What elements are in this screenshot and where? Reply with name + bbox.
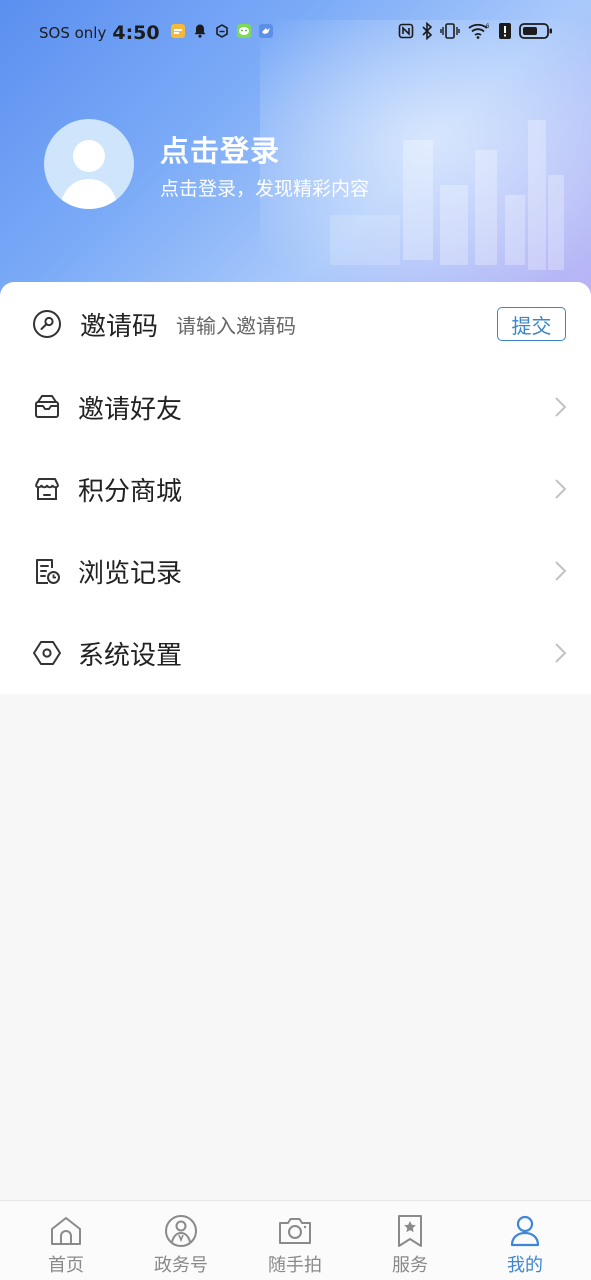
mail-icon <box>35 395 59 418</box>
tab-label: 政务号 <box>154 1255 208 1276</box>
header-decoration <box>505 195 525 265</box>
menu-item-label: 积分商城 <box>78 476 183 507</box>
tab-government-account[interactable]: 政务号 <box>131 1201 231 1280</box>
bird-app-icon <box>258 23 274 43</box>
header-decoration <box>528 120 546 270</box>
header-decoration <box>440 185 468 265</box>
history-icon <box>36 559 60 584</box>
wifi-icon: 6 <box>467 22 491 44</box>
status-bar: SOS only 4:50 6 <box>0 0 591 66</box>
invite-code-row: 邀请码 请输入邀请码 提交 <box>0 283 591 365</box>
tab-services[interactable]: 服务 <box>360 1201 460 1280</box>
invite-code-label: 邀请码 <box>80 311 159 342</box>
tab-snapshot[interactable]: 随手拍 <box>245 1201 345 1280</box>
tab-home[interactable]: 首页 <box>16 1201 116 1280</box>
settings-hexagon-icon <box>33 641 61 665</box>
svg-text:6: 6 <box>486 24 490 30</box>
bluetooth-icon <box>421 21 433 44</box>
menu-item-invite-friends[interactable]: 邀请好友 <box>0 366 591 448</box>
battery-icon <box>519 22 553 44</box>
alert-icon <box>498 22 512 44</box>
menu-item-points-mall[interactable]: 积分商城 <box>0 448 591 530</box>
menu-item-label: 系统设置 <box>78 640 183 671</box>
home-icon <box>51 1217 81 1245</box>
menu-item-label: 邀请好友 <box>78 394 183 425</box>
bottom-tab-bar: 首页 政务号 随手拍 服务 我的 <box>0 1200 591 1280</box>
menu-item-label: 浏览记录 <box>78 558 183 589</box>
tab-label: 服务 <box>392 1255 428 1276</box>
tab-mine[interactable]: 我的 <box>475 1201 575 1280</box>
header-decoration <box>475 150 497 265</box>
chevron-right-icon <box>555 561 567 581</box>
key-icon <box>33 310 61 338</box>
store-icon <box>35 478 59 500</box>
login-title[interactable]: 点击登录 <box>160 128 280 170</box>
bell-icon <box>192 23 208 43</box>
shield-app-icon <box>214 23 230 43</box>
chevron-right-icon <box>555 397 567 417</box>
chevron-right-icon <box>555 643 567 663</box>
menu-card: 邀请码 请输入邀请码 提交 邀请好友 积分商城 浏览记录 系统设置 <box>0 282 591 694</box>
avatar[interactable] <box>44 119 134 209</box>
bookmark-star-icon <box>398 1215 422 1247</box>
default-avatar-icon <box>60 140 118 209</box>
menu-item-system-settings[interactable]: 系统设置 <box>0 612 591 694</box>
tab-label: 首页 <box>48 1255 84 1276</box>
login-subtitle[interactable]: 点击登录，发现精彩内容 <box>160 174 369 201</box>
header-decoration <box>403 140 433 260</box>
carrier-text: SOS only <box>39 24 107 42</box>
person-icon <box>510 1215 540 1247</box>
clock-time: 4:50 <box>112 22 160 44</box>
submit-button[interactable]: 提交 <box>497 307 566 341</box>
government-account-icon <box>165 1215 197 1247</box>
header-decoration <box>330 215 400 265</box>
header-decoration <box>548 175 564 270</box>
calendar-app-icon <box>170 23 186 43</box>
tab-label: 随手拍 <box>268 1255 322 1276</box>
wechat-app-icon <box>236 23 252 43</box>
camera-icon <box>279 1218 311 1244</box>
vibrate-icon <box>440 22 460 44</box>
menu-item-browsing-history[interactable]: 浏览记录 <box>0 530 591 612</box>
tab-label: 我的 <box>507 1255 543 1276</box>
invite-code-input[interactable]: 请输入邀请码 <box>176 310 296 339</box>
nfc-icon <box>398 23 414 43</box>
chevron-right-icon <box>555 479 567 499</box>
